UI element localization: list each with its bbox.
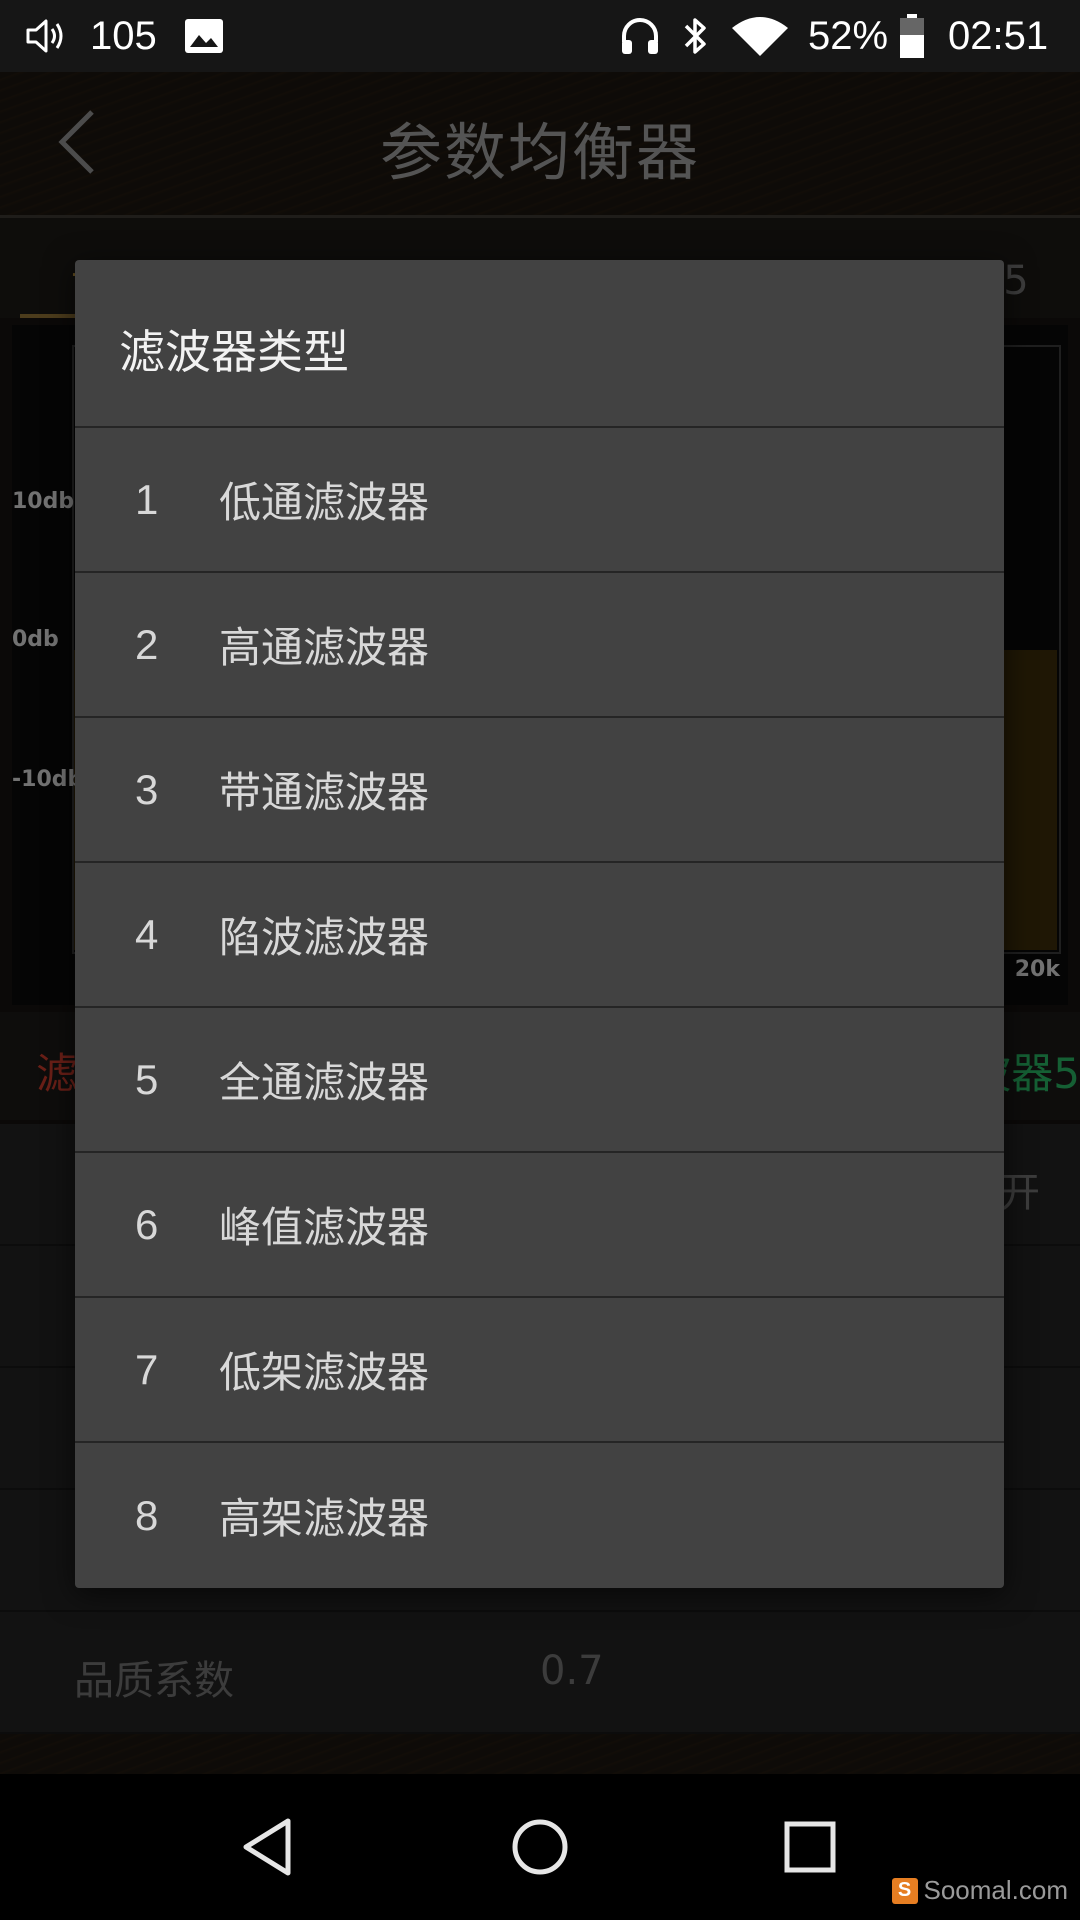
- battery-percent: 52%: [808, 13, 889, 58]
- option-number: 2: [135, 620, 159, 668]
- battery-icon: [898, 0, 926, 72]
- volume-level: 105: [90, 13, 157, 58]
- nav-back-button[interactable]: [230, 1807, 310, 1887]
- filter-type-list: 1 低通滤波器 2 高通滤波器 3 带通滤波器 4 陷波滤波器 5 全通滤波器 …: [75, 428, 1004, 1588]
- option-label: 高通滤波器: [219, 623, 430, 672]
- option-label: 低架滤波器: [219, 1348, 430, 1397]
- triangle-back-icon: [243, 1818, 291, 1876]
- status-bar: 105 52% 02:51: [0, 0, 1080, 72]
- circle-home-icon: [512, 1819, 568, 1875]
- nav-home-button[interactable]: [500, 1807, 580, 1887]
- filter-option-lowpass[interactable]: 1 低通滤波器: [75, 428, 1004, 573]
- option-label: 带通滤波器: [219, 768, 430, 817]
- option-number: 5: [135, 1055, 159, 1103]
- bluetooth-icon: [680, 0, 712, 72]
- option-label: 峰值滤波器: [219, 1203, 430, 1252]
- image-icon: [184, 0, 224, 72]
- nav-recents-button[interactable]: [770, 1807, 850, 1887]
- watermark: S Soomal.com: [891, 1875, 1069, 1906]
- filter-option-bandpass[interactable]: 3 带通滤波器: [75, 718, 1004, 863]
- filter-option-highshelf[interactable]: 8 高架滤波器: [75, 1443, 1004, 1588]
- filter-option-peak[interactable]: 6 峰值滤波器: [75, 1153, 1004, 1298]
- square-recents-icon: [784, 1821, 836, 1873]
- option-label: 高架滤波器: [219, 1494, 430, 1543]
- option-number: 6: [135, 1200, 159, 1248]
- option-number: 8: [135, 1491, 159, 1539]
- dialog-title: 滤波器类型: [75, 260, 1004, 428]
- watermark-logo-icon: S: [891, 1877, 918, 1904]
- wifi-icon: [730, 0, 790, 72]
- navigation-bar: S Soomal.com: [0, 1774, 1080, 1920]
- filter-option-lowshelf[interactable]: 7 低架滤波器: [75, 1298, 1004, 1443]
- filter-option-allpass[interactable]: 5 全通滤波器: [75, 1008, 1004, 1153]
- option-number: 3: [135, 765, 159, 813]
- option-label: 低通滤波器: [219, 478, 430, 527]
- filter-type-dialog: 滤波器类型 1 低通滤波器 2 高通滤波器 3 带通滤波器 4 陷波滤波器 5 …: [75, 260, 1004, 1588]
- volume-icon: [24, 0, 66, 72]
- option-number: 4: [135, 910, 159, 958]
- option-label: 陷波滤波器: [219, 913, 430, 962]
- option-label: 全通滤波器: [219, 1058, 430, 1107]
- filter-option-highpass[interactable]: 2 高通滤波器: [75, 573, 1004, 718]
- filter-option-notch[interactable]: 4 陷波滤波器: [75, 863, 1004, 1008]
- option-number: 1: [135, 475, 159, 523]
- watermark-text: Soomal.com: [923, 1875, 1069, 1905]
- option-number: 7: [135, 1345, 159, 1393]
- headphones-icon: [618, 0, 662, 72]
- clock: 02:51: [948, 13, 1049, 58]
